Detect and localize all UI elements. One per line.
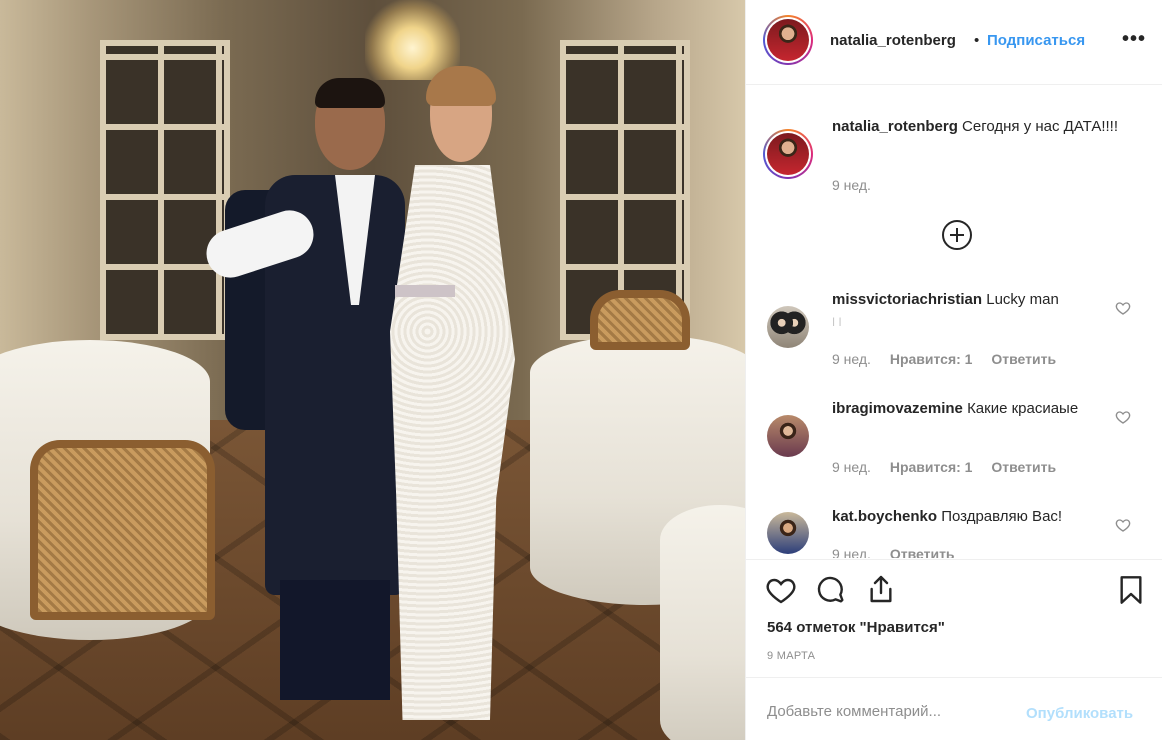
- photo-woman: [390, 66, 530, 720]
- photo-chair: [30, 440, 215, 620]
- comment-body: Поздравляю Вас!: [941, 508, 1063, 525]
- comment-meta: 9 нед. Нравится: 1 Ответить: [832, 459, 1071, 475]
- post-date[interactable]: 9 МАРТА: [767, 650, 815, 662]
- comment-body: Какие красиаые: [967, 400, 1079, 417]
- post-actions: 564 отметок "Нравится" 9 МАРТА: [746, 559, 1162, 677]
- bookmark-icon[interactable]: [1115, 574, 1147, 606]
- caption-body: Сегодня у нас ДАТА!!!!: [962, 118, 1118, 135]
- comment-time[interactable]: 9 нед.: [832, 459, 871, 475]
- comment-reply-button[interactable]: Ответить: [991, 351, 1056, 367]
- comment-body: Lucky man: [986, 291, 1059, 308]
- heart-icon[interactable]: [765, 574, 797, 606]
- comment-text: missvictoriachristian Lucky man ǀ ǀ: [832, 289, 1122, 333]
- comment-username[interactable]: kat.boychenko: [832, 508, 937, 525]
- author-avatar[interactable]: [763, 15, 813, 65]
- caption-time[interactable]: 9 нед.: [832, 177, 871, 193]
- photo-chair-back: [590, 290, 690, 350]
- comment-meta: 9 нед. Нравится: 1 Ответить: [832, 351, 1071, 367]
- caption-avatar[interactable]: [763, 129, 813, 179]
- add-comment-bar: Опубликовать: [746, 677, 1162, 740]
- post-side-panel: natalia_rotenberg • Подписаться ••• nata…: [745, 0, 1162, 740]
- comment-reply-button[interactable]: Ответить: [890, 546, 955, 558]
- author-username[interactable]: natalia_rotenberg: [830, 32, 956, 49]
- comment-input[interactable]: [767, 703, 1007, 720]
- comment-text: kat.boychenko Поздравляю Вас!: [832, 506, 1122, 528]
- comment-time[interactable]: 9 нед.: [832, 546, 871, 558]
- comment-avatar[interactable]: [767, 306, 809, 348]
- comment-icon[interactable]: [815, 574, 847, 606]
- post-comment-button[interactable]: Опубликовать: [1026, 705, 1133, 722]
- comment-avatar[interactable]: [767, 415, 809, 457]
- comment-reply-button[interactable]: Ответить: [991, 459, 1056, 475]
- photo-table-right-front: [660, 505, 745, 740]
- more-options-icon[interactable]: •••: [1122, 28, 1146, 51]
- caption-username[interactable]: natalia_rotenberg: [832, 118, 958, 135]
- caption-meta: 9 нед.: [832, 177, 886, 193]
- comment-meta: 9 нед. Ответить: [832, 546, 970, 558]
- comment-text: ibragimovazemine Какие красиаые: [832, 398, 1122, 420]
- plus-circle-icon[interactable]: [942, 220, 972, 250]
- comments-list[interactable]: natalia_rotenberg Сегодня у нас ДАТА!!!!…: [746, 86, 1162, 558]
- photo-man: [200, 78, 405, 700]
- comment-time[interactable]: 9 нед.: [832, 351, 871, 367]
- comment-avatar[interactable]: [767, 512, 809, 554]
- share-icon[interactable]: [865, 573, 897, 605]
- comment-like-icon[interactable]: [1115, 300, 1131, 316]
- comment-likes[interactable]: Нравится: 1: [890, 351, 973, 367]
- post-photo[interactable]: [0, 0, 745, 740]
- follow-button[interactable]: Подписаться: [987, 32, 1085, 49]
- likes-count[interactable]: 564 отметок "Нравится": [767, 619, 945, 636]
- comment-like-icon[interactable]: [1115, 517, 1131, 533]
- comment-username[interactable]: ibragimovazemine: [832, 400, 963, 417]
- header-separator: •: [974, 32, 980, 49]
- comment-likes[interactable]: Нравится: 1: [890, 459, 973, 475]
- comment-username[interactable]: missvictoriachristian: [832, 291, 982, 308]
- comment-extra-line: ǀ ǀ: [832, 315, 842, 329]
- post-header: natalia_rotenberg • Подписаться •••: [746, 0, 1162, 85]
- comment-like-icon[interactable]: [1115, 409, 1131, 425]
- caption-text: natalia_rotenberg Сегодня у нас ДАТА!!!!: [832, 116, 1122, 138]
